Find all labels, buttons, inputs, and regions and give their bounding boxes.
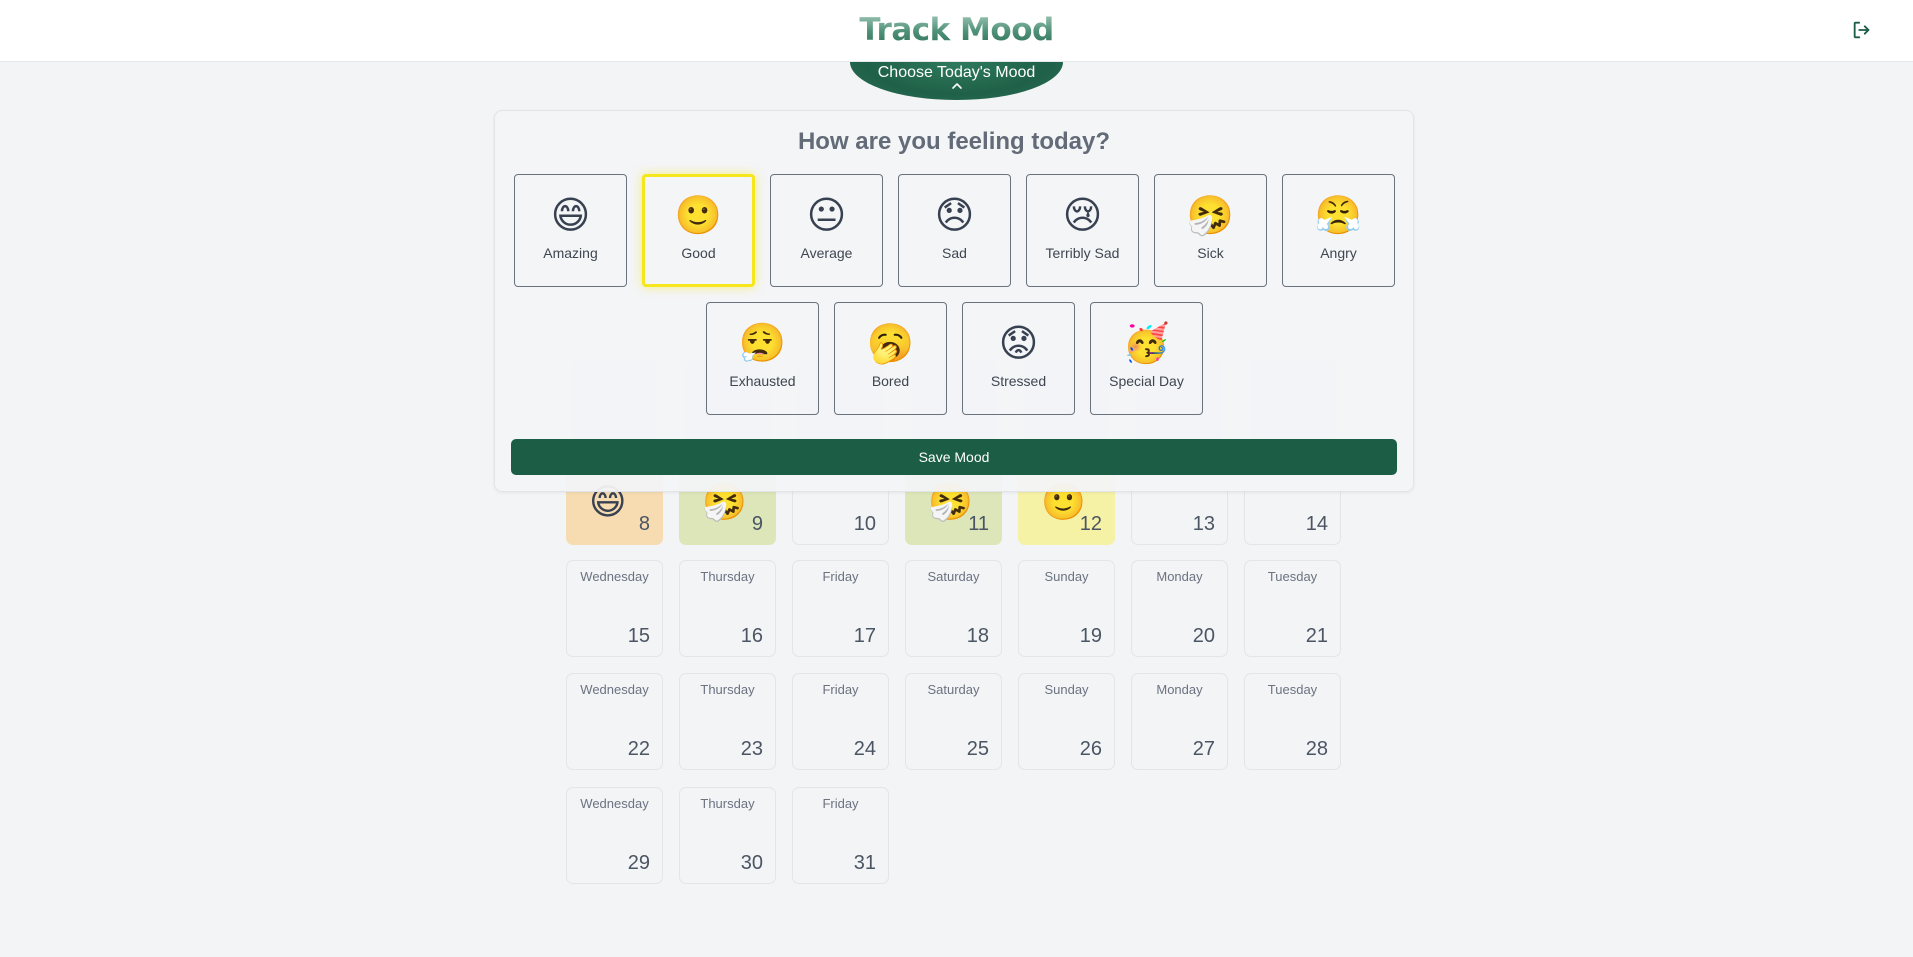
mood-option-exhausted[interactable]: 😮‍💨 Exhausted [706, 302, 819, 415]
calendar-day-21[interactable]: Tuesday 21 [1244, 560, 1341, 657]
mood-emoji-icon: 😟 [998, 323, 1039, 365]
day-number: 16 [740, 625, 763, 647]
mood-option-label: Bored [871, 373, 910, 389]
day-of-week: Monday [1156, 682, 1203, 697]
day-number: 15 [627, 625, 650, 647]
mood-emoji-icon: 😤 [1314, 195, 1363, 237]
day-of-week: Friday [822, 796, 859, 811]
day-number: 27 [1192, 738, 1215, 760]
mood-option-label: Terribly Sad [1045, 245, 1120, 261]
picker-title: How are you feeling today? [797, 128, 1111, 155]
mood-emoji-icon: 🥱 [866, 323, 915, 365]
save-mood-button[interactable]: Save Mood [511, 439, 1397, 475]
calendar-day-26[interactable]: Sunday 26 [1018, 673, 1115, 770]
mood-option-terribly-sad[interactable]: 😢 Terribly Sad [1026, 174, 1139, 287]
day-number: 22 [627, 738, 650, 760]
calendar-day-23[interactable]: Thursday 23 [679, 673, 776, 770]
mood-option-special-day[interactable]: 🥳 Special Day [1090, 302, 1203, 415]
day-number: 18 [966, 625, 989, 647]
mood-option-label: Sad [942, 245, 967, 261]
calendar-day-30[interactable]: Thursday 30 [679, 787, 776, 884]
calendar-day-20[interactable]: Monday 20 [1131, 560, 1228, 657]
mood-option-stressed[interactable]: 😟 Stressed [962, 302, 1075, 415]
mood-emoji-icon: 🤧 [1186, 195, 1235, 237]
mood-option-label: Amazing [543, 245, 598, 261]
logout-icon [1853, 21, 1870, 39]
day-of-week: Friday [822, 682, 859, 697]
mood-option-label: Good [681, 245, 716, 261]
day-number: 31 [853, 852, 876, 874]
mood-option-sad[interactable]: 😞 Sad [898, 174, 1011, 287]
day-number: 12 [1079, 513, 1102, 535]
calendar-day-27[interactable]: Monday 27 [1131, 673, 1228, 770]
day-of-week: Monday [1156, 569, 1203, 584]
mood-option-label: Special Day [1109, 373, 1184, 389]
mood-emoji-icon: 😄 [550, 195, 591, 237]
day-of-week: Tuesday [1267, 569, 1318, 584]
mood-emoji-icon: 😐 [806, 195, 847, 237]
mood-option-good[interactable]: 🙂 Good [642, 174, 755, 287]
day-number: 8 [638, 513, 650, 535]
mood-emoji-icon: 😮‍💨 [738, 323, 787, 365]
mood-option-sick[interactable]: 🤧 Sick [1154, 174, 1267, 287]
mood-option-label: Sick [1197, 245, 1224, 261]
calendar-day-28[interactable]: Tuesday 28 [1244, 673, 1341, 770]
day-number: 19 [1079, 625, 1102, 647]
day-number: 14 [1305, 513, 1328, 535]
day-number: 25 [966, 738, 989, 760]
day-number: 24 [853, 738, 876, 760]
day-of-week: Sunday [1044, 569, 1089, 584]
day-of-week: Tuesday [1267, 682, 1318, 697]
calendar-day-15[interactable]: Wednesday 15 [566, 560, 663, 657]
mood-option-label: Exhausted [729, 373, 796, 389]
day-number: 26 [1079, 738, 1102, 760]
day-of-week: Friday [822, 569, 859, 584]
day-number: 9 [751, 513, 763, 535]
day-of-week: Wednesday [580, 569, 649, 584]
mood-option-label: Angry [1320, 245, 1357, 261]
mood-option-average[interactable]: 😐 Average [770, 174, 883, 287]
day-number: 21 [1305, 625, 1328, 647]
day-of-week: Wednesday [580, 682, 649, 697]
day-number: 20 [1192, 625, 1215, 647]
day-number: 13 [1192, 513, 1215, 535]
day-number: 28 [1305, 738, 1328, 760]
mood-emoji-icon: 😞 [934, 195, 975, 237]
calendar-day-25[interactable]: Saturday 25 [905, 673, 1002, 770]
mood-option-amazing[interactable]: 😄 Amazing [514, 174, 627, 287]
mood-emoji-icon: 🙂 [674, 195, 723, 237]
day-number: 17 [853, 625, 876, 647]
mood-picker-panel: How are you feeling today? 😄 Amazing 🙂 Good… [494, 110, 1414, 492]
day-of-week: Thursday [700, 569, 755, 584]
calendar-day-16[interactable]: Thursday 16 [679, 560, 776, 657]
mood-option-bored[interactable]: 🥱 Bored [834, 302, 947, 415]
mood-emoji-icon: 😢 [1062, 195, 1103, 237]
day-of-week: Saturday [927, 682, 980, 697]
day-number: 23 [740, 738, 763, 760]
logout-button[interactable] [1849, 17, 1875, 43]
day-of-week: Sunday [1044, 682, 1089, 697]
day-of-week: Saturday [927, 569, 980, 584]
choose-mood-label: Choose Today's Mood [877, 64, 1036, 81]
day-number: 11 [968, 513, 989, 535]
calendar-day-17[interactable]: Friday 17 [792, 560, 889, 657]
day-of-week: Wednesday [580, 796, 649, 811]
calendar-day-18[interactable]: Saturday 18 [905, 560, 1002, 657]
calendar-day-31[interactable]: Friday 31 [792, 787, 889, 884]
calendar-day-19[interactable]: Sunday 19 [1018, 560, 1115, 657]
mood-option-label: Stressed [990, 373, 1047, 389]
chevron-up-icon [951, 83, 962, 89]
day-number: 30 [740, 852, 763, 874]
day-number: 10 [853, 513, 876, 535]
calendar-day-29[interactable]: Wednesday 29 [566, 787, 663, 884]
day-number: 29 [627, 852, 650, 874]
calendar-day-24[interactable]: Friday 24 [792, 673, 889, 770]
day-of-week: Thursday [700, 796, 755, 811]
mood-option-angry[interactable]: 😤 Angry [1282, 174, 1395, 287]
calendar-day-22[interactable]: Wednesday 22 [566, 673, 663, 770]
mood-emoji-icon: 🥳 [1122, 323, 1171, 365]
mood-option-label: Average [800, 245, 853, 261]
day-of-week: Thursday [700, 682, 755, 697]
